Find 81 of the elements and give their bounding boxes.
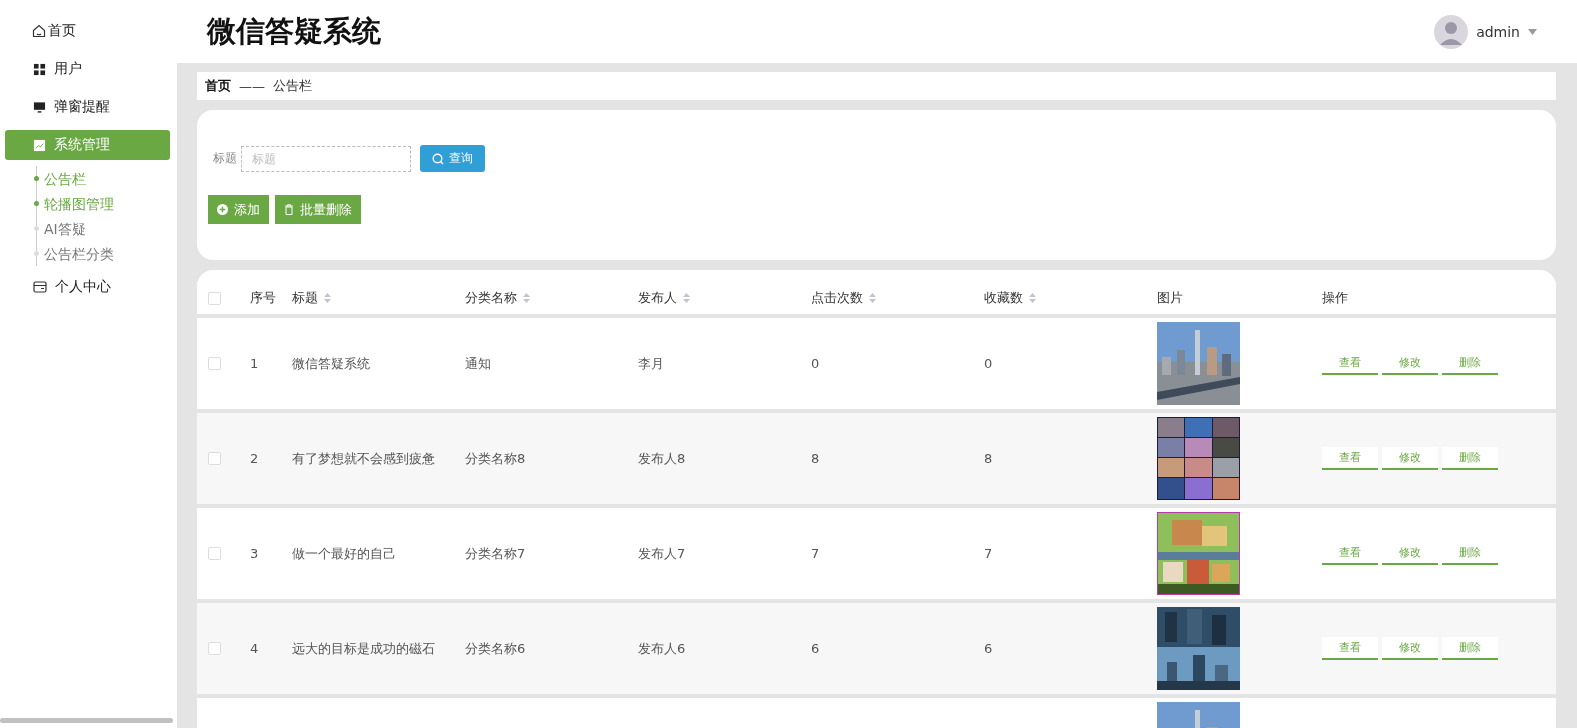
breadcrumb-separator: —— xyxy=(239,78,265,94)
sort-icon[interactable] xyxy=(1029,293,1036,303)
table-cell: 分类名称6 xyxy=(465,640,526,656)
column-header[interactable]: 发布人 xyxy=(638,289,677,307)
sidebar-item[interactable]: 系统管理 xyxy=(5,130,170,160)
bullet-icon xyxy=(34,176,39,181)
caret-icon[interactable] xyxy=(1528,28,1537,35)
select-all-checkbox[interactable] xyxy=(208,291,221,305)
table-cell: 0 xyxy=(984,356,993,371)
table-cell: 做一个最好的自己 xyxy=(292,545,396,561)
table-cell: 1 xyxy=(250,356,259,371)
column-header: 操作 xyxy=(1322,289,1348,307)
table-cell: 发布人6 xyxy=(638,640,686,656)
row-action-button[interactable]: 删除 xyxy=(1442,447,1498,470)
table-cell: 分类名称7 xyxy=(465,545,526,561)
column-header[interactable]: 标题 xyxy=(292,289,318,307)
home-icon xyxy=(32,24,46,38)
table-cell: 2 xyxy=(250,451,259,466)
user-name[interactable]: admin xyxy=(1476,23,1520,40)
submenu-item[interactable]: 轮播图管理 xyxy=(44,194,114,213)
submenu-item[interactable]: 公告栏 xyxy=(44,169,86,188)
table-cell: 通知 xyxy=(465,355,491,371)
sidebar-item[interactable]: 首页 xyxy=(5,16,170,46)
sidebar-item[interactable]: 弹窗提醒 xyxy=(5,92,170,122)
row-checkbox[interactable] xyxy=(208,547,221,560)
field-label: 标题 xyxy=(213,150,237,167)
row-action-button[interactable]: 查看 xyxy=(1322,637,1378,660)
table-cell: 分类名称8 xyxy=(465,450,526,466)
search-icon xyxy=(432,152,444,165)
row-action-button[interactable]: 修改 xyxy=(1382,637,1438,660)
table-cell: 0 xyxy=(811,356,820,371)
submenu-item[interactable]: AI答疑 xyxy=(44,219,86,238)
bullet-icon xyxy=(34,226,39,231)
monitor-icon xyxy=(33,100,46,114)
trash-icon xyxy=(284,204,294,215)
table-cell: 7 xyxy=(984,546,993,561)
table-cell: 7 xyxy=(811,546,820,561)
row-action-button[interactable]: 删除 xyxy=(1442,637,1498,660)
search-button[interactable]: 查询 xyxy=(420,145,485,172)
submenu-item[interactable]: 公告栏分类 xyxy=(44,244,114,263)
row-checkbox[interactable] xyxy=(208,357,221,370)
table-cell: 远大的目标是成功的磁石 xyxy=(292,640,435,656)
app-title: 微信答疑系统 xyxy=(207,12,381,50)
batch-delete-button[interactable]: 批量删除 xyxy=(275,195,361,224)
table-cell: 李月 xyxy=(638,355,664,371)
sort-icon[interactable] xyxy=(683,293,690,303)
grid-icon xyxy=(33,62,46,76)
table-cell: 发布人7 xyxy=(638,545,686,561)
plus-circle-icon xyxy=(217,204,228,215)
table-cell: 4 xyxy=(250,641,259,656)
column-header[interactable]: 分类名称 xyxy=(465,289,517,307)
table-cell: 8 xyxy=(811,451,820,466)
table-cell: 6 xyxy=(984,641,993,656)
breadcrumb-link[interactable]: 首页 xyxy=(205,77,231,95)
table-cell: 8 xyxy=(984,451,993,466)
sort-icon[interactable] xyxy=(869,293,876,303)
column-header: 序号 xyxy=(250,289,276,307)
sidebar-item[interactable]: 用户 xyxy=(5,54,170,84)
row-checkbox[interactable] xyxy=(208,642,221,655)
card-icon xyxy=(33,280,47,294)
table-cell: 6 xyxy=(811,641,820,656)
sort-icon[interactable] xyxy=(523,293,530,303)
row-checkbox[interactable] xyxy=(208,452,221,465)
avatar-icon xyxy=(1434,14,1469,49)
chart-icon xyxy=(33,138,46,152)
add-button[interactable]: 添加 xyxy=(208,195,269,224)
breadcrumb-current: 公告栏 xyxy=(273,77,312,95)
bullet-icon xyxy=(34,251,39,256)
table-cell: 发布人8 xyxy=(638,450,686,466)
column-header[interactable]: 收藏数 xyxy=(984,289,1023,307)
table-cell: 微信答疑系统 xyxy=(292,355,370,371)
bullet-icon xyxy=(34,201,39,206)
title-input-field[interactable]: 标题 xyxy=(241,145,411,172)
column-header: 图片 xyxy=(1157,289,1183,307)
row-action-button[interactable]: 查看 xyxy=(1322,447,1378,470)
table-cell: 有了梦想就不会感到疲惫 xyxy=(292,450,435,466)
column-header[interactable]: 点击次数 xyxy=(811,289,863,307)
row-action-button[interactable]: 修改 xyxy=(1382,447,1438,470)
table-cell: 3 xyxy=(250,546,259,561)
sort-icon[interactable] xyxy=(324,293,331,303)
sidebar-item[interactable]: 个人中心 xyxy=(5,272,170,302)
